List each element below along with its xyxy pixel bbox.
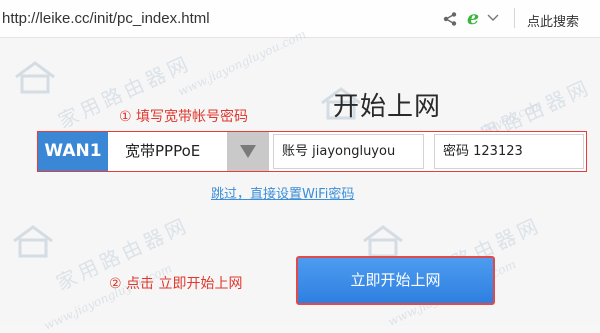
wan-label: WAN1 [38, 132, 108, 171]
browser-address-bar: http://leike.cc/init/pc_index.html e 点此搜… [0, 0, 600, 38]
share-icon[interactable] [443, 12, 457, 26]
account-value: 账号 jiayongluyou [282, 144, 396, 159]
triangle-down-icon [240, 145, 256, 158]
connection-type-value: 宽带PPPoE [125, 142, 201, 160]
page-title: 开始上网 [333, 92, 442, 122]
connection-type-dropdown-button[interactable] [227, 132, 269, 171]
annotation-step-1: ① 填写宽带帐号密码 [119, 109, 249, 125]
watermark-house-icon [15, 61, 55, 94]
wan-config-row: WAN1 宽带PPPoE 账号 jiayongluyou 密码 123123 [37, 131, 587, 172]
start-internet-button[interactable]: 立即开始上网 [296, 256, 495, 305]
watermark-house-icon [363, 225, 403, 258]
router-setup-page: 家用路由器网 www.jiayongluyou.com 家用路由器网 www.j… [0, 27, 600, 333]
toolbar-divider [514, 8, 515, 28]
url-field[interactable]: http://leike.cc/init/pc_index.html [2, 10, 210, 27]
password-input[interactable]: 密码 123123 [434, 134, 584, 169]
chevron-down-icon[interactable] [487, 13, 499, 23]
account-input[interactable]: 账号 jiayongluyou [273, 134, 424, 169]
watermark-house-icon [13, 225, 53, 258]
skip-to-wifi-link[interactable]: 跳过，直接设置WiFi密码 [211, 183, 354, 202]
password-value: 密码 123123 [443, 144, 523, 159]
ie-compat-icon[interactable]: e [464, 8, 482, 28]
search-button[interactable]: 点此搜索 [527, 11, 579, 30]
watermark-url: www.jiayongluyou.com [41, 261, 175, 333]
annotation-step-2: ② 点击 立即开始上网 [109, 276, 243, 292]
watermark-url: www.jiayongluyou.com [175, 27, 309, 99]
